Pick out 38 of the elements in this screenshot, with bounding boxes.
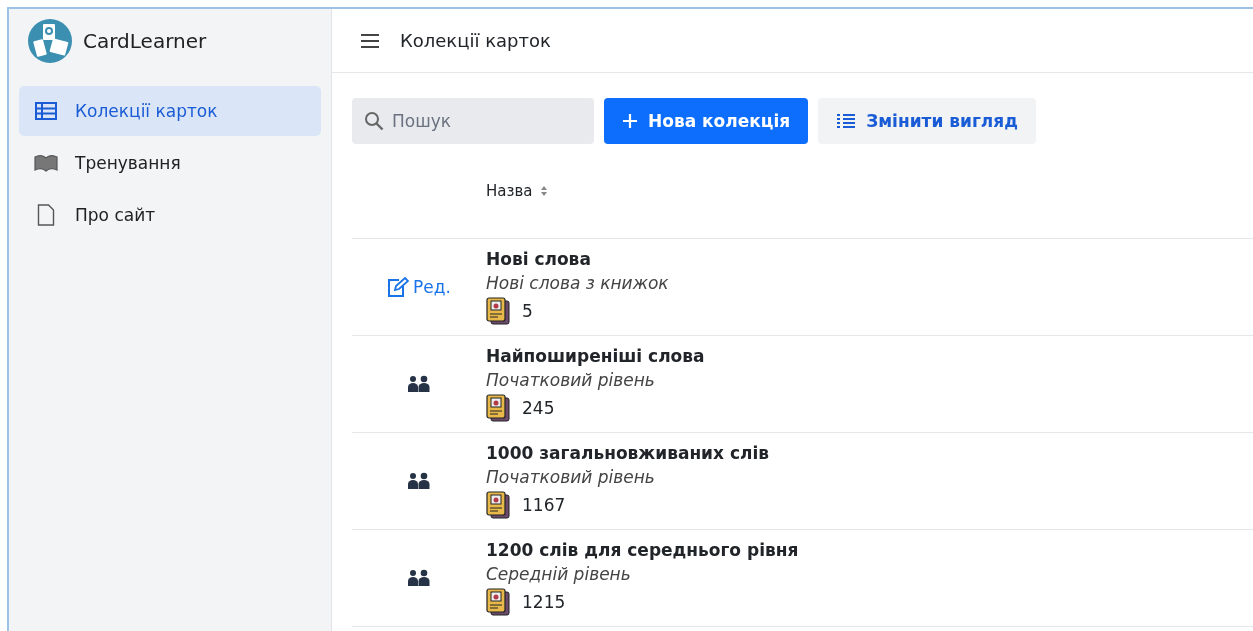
page-title: Колекції карток: [400, 30, 551, 51]
collection-title[interactable]: Найпоширеніші слова: [486, 346, 705, 366]
card-count: 245: [522, 398, 555, 418]
collection-description: Початковий рівень: [486, 467, 656, 487]
edit-link[interactable]: Ред.: [387, 277, 451, 297]
card-count: 1167: [522, 495, 566, 515]
sidebar-item[interactable]: Тренування: [19, 138, 321, 188]
sidebar-item[interactable]: Колекції карток: [19, 86, 321, 136]
users-icon: [407, 569, 431, 587]
users-icon: [407, 472, 431, 490]
plus-icon: [622, 113, 638, 129]
new-collection-button[interactable]: Нова колекція: [604, 98, 809, 144]
collection-description: Початковий рівень: [486, 370, 656, 390]
cards-icon: [486, 394, 510, 422]
cards-icon: [486, 297, 510, 325]
menu-icon[interactable]: [360, 32, 380, 49]
sidebar-item[interactable]: Про сайт: [19, 190, 321, 240]
collection-title[interactable]: 1000 загальновживаних слів: [486, 443, 770, 463]
card-count: 1215: [522, 592, 566, 612]
collection-title[interactable]: 1200 слів для середнього рівня: [486, 540, 799, 560]
book-icon: [33, 154, 59, 172]
app-name: CardLearner: [83, 29, 207, 53]
users-icon: [407, 375, 431, 393]
card-count: 5: [522, 301, 533, 321]
logo-icon: [27, 18, 73, 64]
collection-description: Середній рівень: [486, 564, 632, 584]
list-icon: [836, 113, 857, 129]
cards-icon: [486, 588, 510, 616]
edit-icon: [387, 277, 410, 297]
collection-title[interactable]: Нові слова: [486, 249, 669, 269]
collection-description: Нові слова з книжок: [486, 273, 669, 293]
sort-icon: [540, 185, 549, 197]
change-view-button[interactable]: Змінити вигляд: [818, 98, 1036, 144]
column-header[interactable]: Назва: [486, 182, 549, 200]
cards-icon: [486, 491, 510, 519]
search-field[interactable]: Пошук: [352, 98, 594, 144]
search-icon: [364, 111, 384, 131]
table-icon: [33, 102, 59, 120]
